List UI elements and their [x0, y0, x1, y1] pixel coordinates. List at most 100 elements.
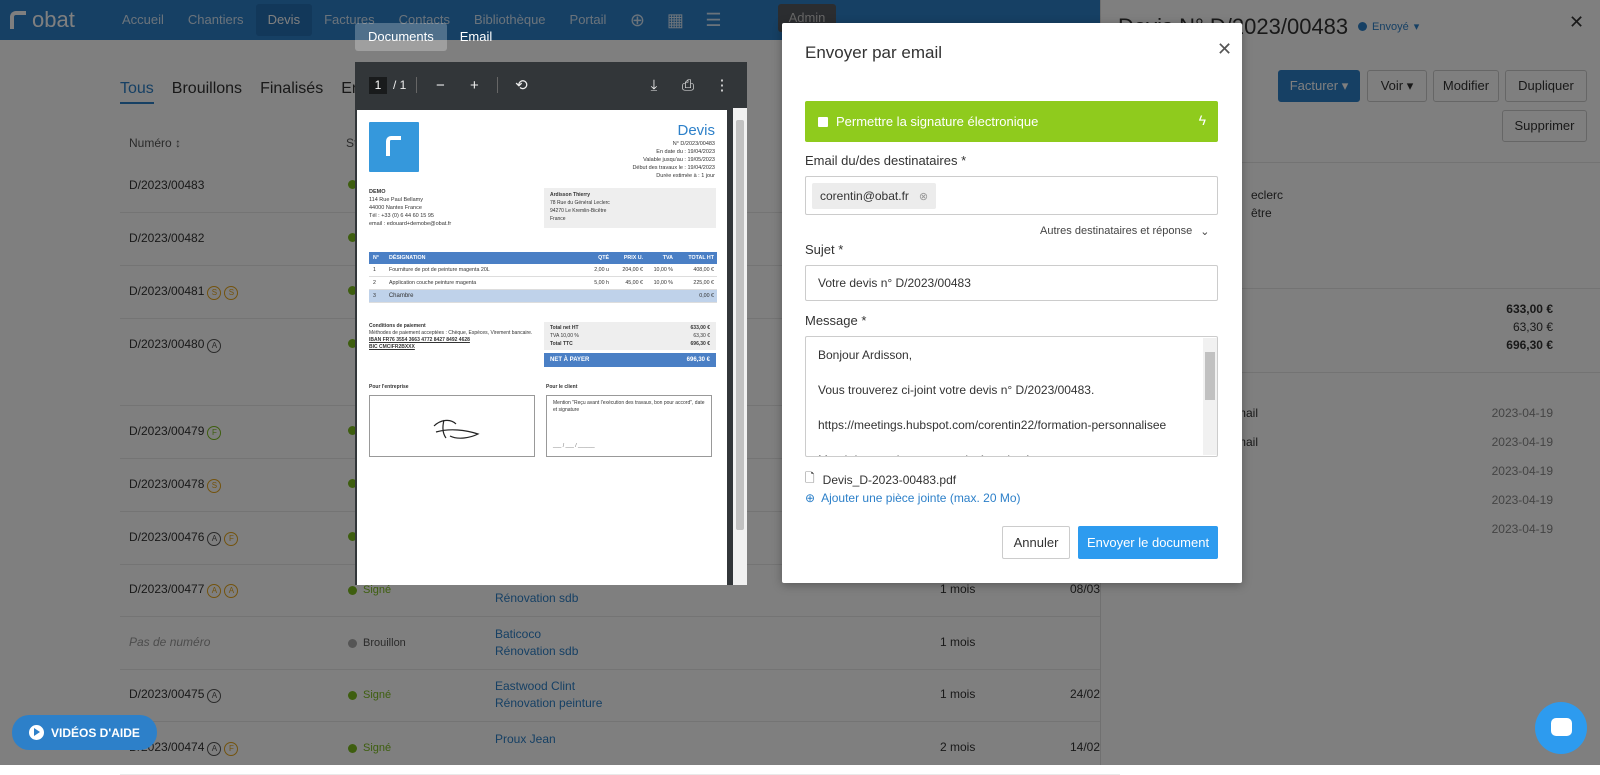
remove-recipient-icon[interactable]: ⊗ [919, 190, 928, 203]
chevron-down-icon: ⌄ [1200, 226, 1210, 238]
subject-input[interactable]: Votre devis n° D/2023/00483 [805, 265, 1218, 301]
meta-line: Durée estimée à : 1 jour [656, 173, 715, 179]
pdf-viewer: 1 / 1 − + ⟲ ⤓ ⎙ ⋮ Devis N° D/2023/00483 E… [355, 62, 747, 585]
column-header: QTÉ [598, 255, 609, 261]
line-row: 2 Application couche peinture magenta 5,00… [369, 277, 717, 290]
meta-line: Début des travaux le : 19/04/2023 [632, 165, 715, 171]
recipients-label: Email du/des destinataires * [805, 153, 967, 168]
play-icon [29, 725, 44, 740]
client-signature-box: Mention "Reçu avant l'exécution des trav… [546, 395, 712, 457]
zoom-in-icon[interactable]: + [461, 77, 487, 94]
message-label: Message * [805, 313, 867, 328]
chat-button[interactable] [1535, 702, 1587, 754]
send-document-button[interactable]: Envoyer le document [1078, 526, 1218, 559]
cell: 408,00 € [693, 267, 714, 273]
address-line: email : edouard+demobe@obat.fr [369, 221, 452, 227]
cancel-button[interactable]: Annuler [1002, 526, 1070, 559]
recipient-chip: corentin@obat.fr ⊗ [812, 183, 937, 209]
address-line: 114 Rue Paul Bellamy [369, 197, 424, 203]
cell: 225,00 € [693, 280, 714, 286]
company-logo [369, 122, 419, 172]
message-line [818, 435, 1203, 453]
print-icon[interactable]: ⎙ [675, 77, 701, 94]
meta-line: N° D/2023/00483 [672, 141, 715, 147]
address-line: Tél : +33 (0) 6 44 60 15 95 [369, 213, 434, 219]
cell: 2,00 u [594, 267, 609, 273]
document-meta: N° D/2023/00483 En date du : 19/04/2023 Va… [595, 140, 715, 180]
file-pdf-icon: 🗋 [805, 471, 815, 485]
more-recipients-toggle[interactable]: Autres destinataires et réponse ⌄ [1040, 225, 1209, 238]
column-header: N° [373, 255, 379, 261]
pdf-scrollbar[interactable] [733, 108, 747, 585]
quote-lines-table: N° DÉSIGNATION QTÉ PRIX U. TVA TOTAL HT 1 Four… [369, 252, 717, 303]
totals-box: Total net HT 633,00 € TVA 10,00 % 63,30 € To… [544, 322, 716, 350]
more-options-icon[interactable]: ⋮ [709, 76, 735, 94]
total-row: TVA 10,00 % 63,30 € [550, 333, 710, 339]
issuer-address: DEMO 114 Rue Paul Bellamy 44000 Nantes Fra… [369, 188, 529, 228]
plus-circle-icon: ⊕ [805, 491, 816, 505]
meta-line: En date du : 19/04/2023 [656, 149, 715, 155]
column-header: DÉSIGNATION [389, 255, 426, 261]
close-icon[interactable]: ✕ [1217, 39, 1232, 60]
help-videos-button[interactable]: VIDÉOS D'AIDE [12, 715, 157, 750]
scroll-thumb[interactable] [1205, 352, 1215, 400]
address-line: 94270 Le Kremlin-Bicêtre [550, 208, 607, 214]
cell: 2 [373, 280, 376, 286]
document-title: Devis [677, 122, 715, 139]
page-number-input[interactable]: 1 [369, 76, 387, 94]
section-row: 3 Chambre 0,00 € [369, 290, 717, 303]
address-line: DEMO [369, 189, 386, 195]
page-total: / 1 [393, 78, 407, 92]
cell: 45,00 € [625, 280, 643, 286]
message-line: Bonjour Ardisson, [818, 348, 913, 362]
message-scrollbar[interactable] [1203, 338, 1217, 455]
download-icon[interactable]: ⤓ [641, 77, 667, 94]
rotate-icon[interactable]: ⟲ [508, 76, 534, 94]
e-signature-toggle[interactable]: Permettre la signature électronique ϟ [805, 101, 1218, 142]
cell: 1 [373, 267, 376, 273]
address-line: Ardisson Thierry [550, 192, 591, 198]
total-row: Total TTC 696,30 € [550, 341, 710, 347]
recipients-input[interactable]: corentin@obat.fr ⊗ [805, 176, 1218, 215]
column-header: TOTAL HT [688, 255, 714, 261]
table-header: N° DÉSIGNATION QTÉ PRIX U. TVA TOTAL HT [369, 252, 717, 264]
message-line: Vous trouverez ci-joint votre devis n° D… [818, 383, 1095, 397]
payment-conditions: Conditions de paiement Méthodes de paiem… [369, 323, 533, 350]
company-signature-box [369, 395, 535, 457]
meta-line: Valable jusqu'au : 19/05/2023 [643, 157, 715, 163]
line-row: 1 Fourniture de pot de peinture magenta 2… [369, 264, 717, 277]
pdf-toolbar: 1 / 1 − + ⟲ ⤓ ⎙ ⋮ [355, 62, 747, 108]
client-address: Ardisson Thierry 78 Rue du Général Lecler… [544, 188, 716, 228]
message-textarea[interactable]: Bonjour Ardisson, Vous trouverez ci-joint… [805, 336, 1218, 457]
cell: Fourniture de pot de peinture magenta 20… [389, 267, 490, 273]
handwritten-signature [433, 419, 480, 439]
total-row: Total net HT 633,00 € [550, 325, 710, 331]
e-signature-checkbox[interactable] [818, 116, 828, 127]
message-line [818, 400, 1203, 418]
cell: 5,00 h [594, 280, 609, 286]
cell: 204,00 € [622, 267, 643, 273]
client-signature-label: Pour le client [546, 384, 578, 390]
address-line: France [550, 216, 566, 222]
pdf-page: Devis N° D/2023/00483 En date du : 19/04/… [357, 110, 727, 585]
column-header: TVA [662, 255, 673, 261]
column-header: PRIX U. [623, 255, 643, 261]
message-line: https://meetings.hubspot.com/corentin22/… [818, 418, 1167, 432]
tab-documents[interactable]: Documents [355, 23, 447, 51]
message-line [818, 365, 1203, 383]
attachment-item[interactable]: 🗋 Devis_D-2023-00483.pdf [805, 469, 956, 490]
e-signature-label: Permettre la signature électronique [836, 114, 1039, 129]
add-attachment-link[interactable]: ⊕ Ajouter une pièce jointe (max. 20 Mo) [805, 491, 1021, 505]
company-signature-label: Pour l'entreprise [369, 384, 409, 390]
preview-tabs: Documents Email [355, 23, 505, 51]
send-email-modal: Envoyer par email ✕ Permettre la signatu… [782, 23, 1242, 583]
tab-email[interactable]: Email [447, 23, 506, 51]
chat-bubble-icon [1551, 718, 1572, 736]
cell: 10,00 % [653, 280, 673, 286]
net-to-pay: NET À PAYER 696,30 € [544, 353, 716, 367]
zoom-out-icon[interactable]: − [427, 77, 453, 94]
address-line: 78 Rue du Général Leclerc [550, 200, 610, 206]
cell: Application couche peinture magenta [389, 280, 477, 286]
modal-title: Envoyer par email [805, 43, 943, 62]
message-line: Merci de nous le retourner daté et signé… [818, 452, 1203, 456]
